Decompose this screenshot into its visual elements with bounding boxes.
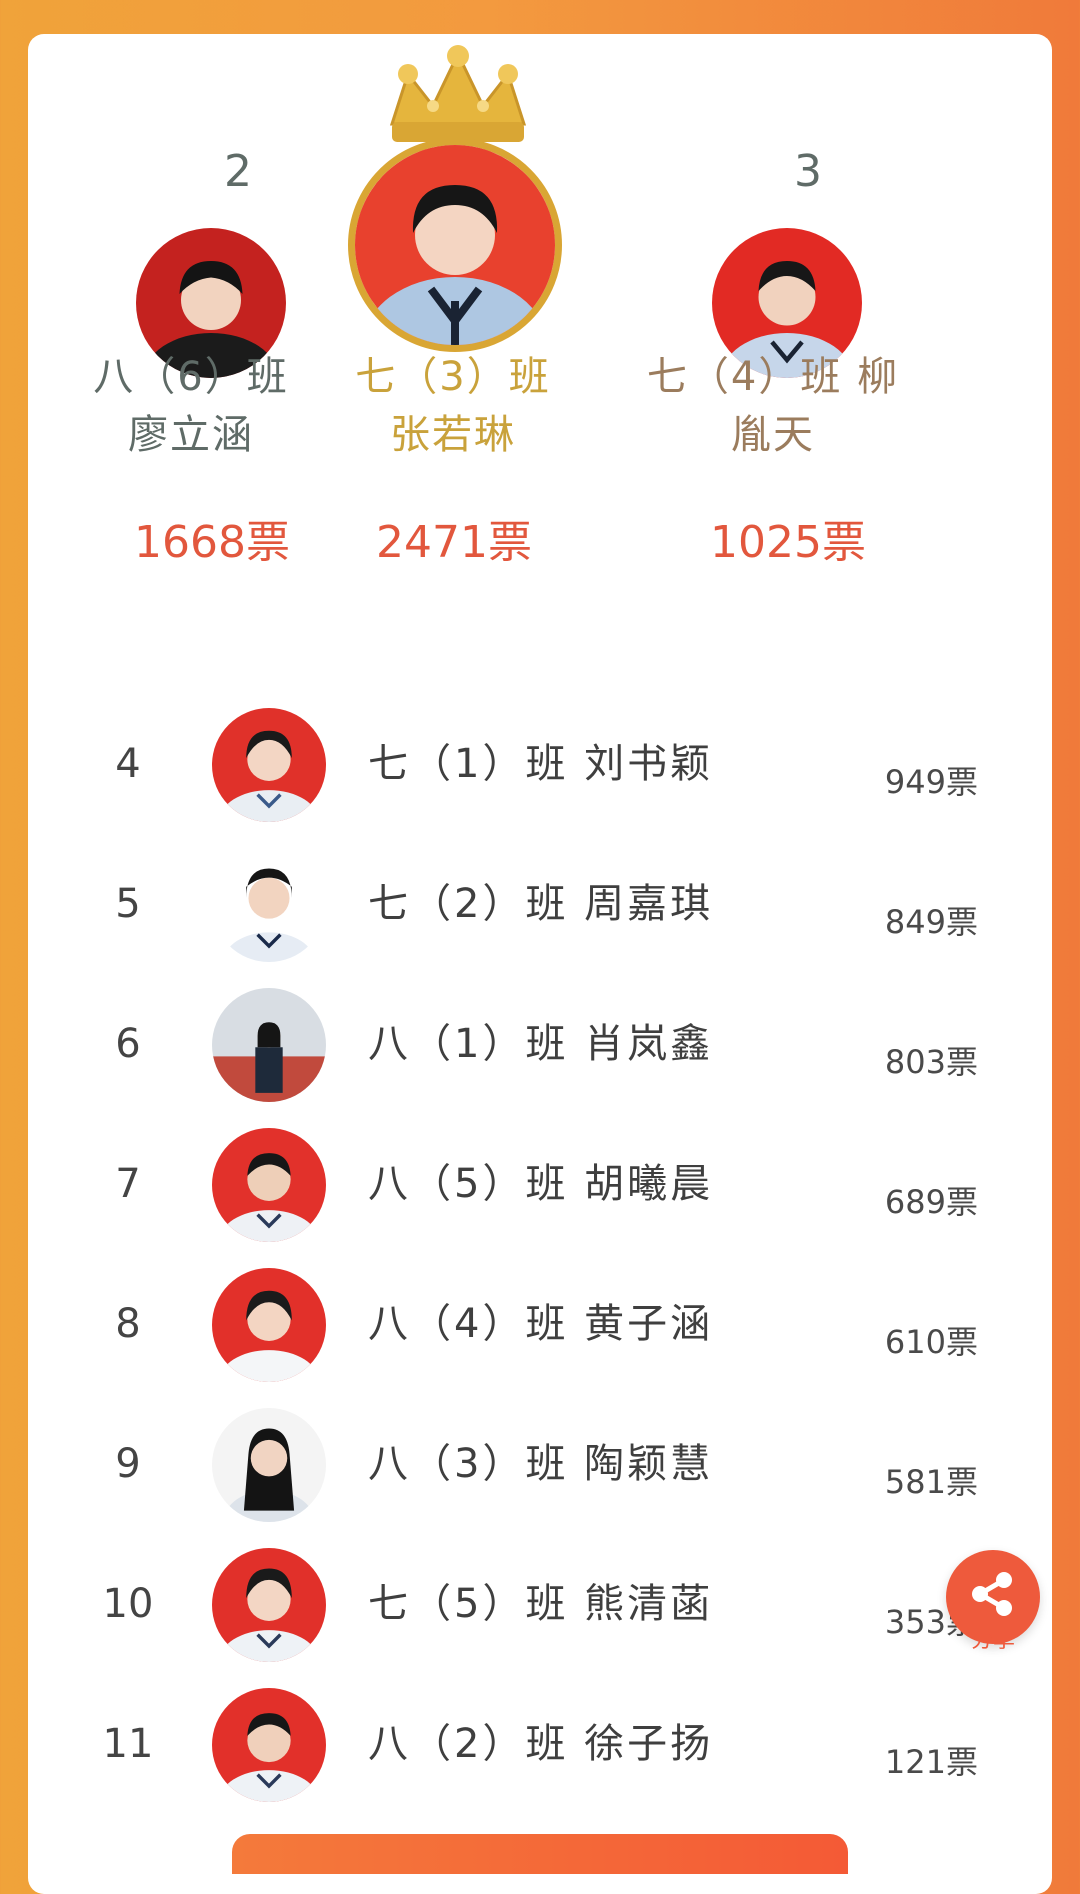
- vote-count: 949票: [884, 763, 978, 801]
- share-label[interactable]: 分享: [946, 1622, 1040, 1654]
- avatar: [212, 708, 326, 822]
- student-name: 八（2）班 徐子扬: [368, 1721, 714, 1767]
- avatar: [212, 1548, 326, 1662]
- vote-count: 121票: [884, 1743, 978, 1781]
- student-name: 八（5）班 胡曦晨: [368, 1161, 714, 1207]
- avatar: [212, 1128, 326, 1242]
- rank-number: 8: [115, 1301, 141, 1347]
- rank-number: 6: [115, 1021, 141, 1067]
- rank-1-votes: 2471票: [376, 517, 532, 568]
- vote-count: 803票: [884, 1043, 978, 1081]
- list-item[interactable]: 6 八（1）班 肖岚鑫 803票: [68, 974, 1038, 1114]
- rank-2-name: 八（6）班 廖立涵: [93, 354, 289, 458]
- rank-number: 7: [115, 1161, 141, 1207]
- ranking-card: 2 八（6）班 廖立涵 1668票 七（3）班 张若琳 2471票 3 七（4）…: [28, 34, 1052, 1894]
- student-name: 八（1）班 肖岚鑫: [368, 1021, 714, 1067]
- avatar: [212, 848, 326, 962]
- rank-number: 9: [115, 1441, 141, 1487]
- rank-2-votes: 1668票: [134, 517, 290, 568]
- vote-count: 581票: [884, 1463, 978, 1501]
- rank-number: 10: [102, 1581, 154, 1627]
- avatar: [212, 1268, 326, 1382]
- list-item[interactable]: 8 八（4）班 黄子涵 610票: [68, 1254, 1038, 1394]
- rank-3-number: 3: [794, 146, 822, 197]
- student-name: 八（3）班 陶颖慧: [368, 1441, 714, 1487]
- rank-number: 5: [115, 881, 141, 927]
- list-item[interactable]: 10 七（5）班 熊清菡 353票: [68, 1534, 1038, 1674]
- list-item[interactable]: 5 七（2）班 周嘉琪 849票: [68, 834, 1038, 974]
- rank-3-votes: 1025票: [710, 517, 866, 568]
- avatar-rank-1[interactable]: [348, 138, 562, 352]
- bottom-action-bar[interactable]: [232, 1834, 848, 1874]
- rank-3-name: 七（4）班 柳胤天: [646, 354, 900, 458]
- student-name: 七（1）班 刘书颖: [368, 741, 714, 787]
- student-name: 七（2）班 周嘉琪: [368, 881, 714, 927]
- avatar: [212, 1688, 326, 1802]
- rank-1-name: 七（3）班 张若琳: [355, 354, 551, 458]
- student-name: 八（4）班 黄子涵: [368, 1301, 714, 1347]
- avatar: [212, 988, 326, 1102]
- student-name: 七（5）班 熊清菡: [368, 1581, 714, 1627]
- list-item[interactable]: 4 七（1）班 刘书颖 949票: [68, 694, 1038, 834]
- vote-count: 849票: [884, 903, 978, 941]
- vote-count: 610票: [884, 1323, 978, 1361]
- vote-count: 689票: [884, 1183, 978, 1221]
- rank-number: 4: [115, 741, 141, 787]
- rank-2-number: 2: [224, 146, 252, 197]
- rank-number: 11: [102, 1721, 154, 1767]
- list-item[interactable]: 11 八（2）班 徐子扬 121票: [68, 1674, 1038, 1814]
- avatar: [212, 1408, 326, 1522]
- list-item[interactable]: 7 八（5）班 胡曦晨 689票: [68, 1114, 1038, 1254]
- list-item[interactable]: 9 八（3）班 陶颖慧 581票: [68, 1394, 1038, 1534]
